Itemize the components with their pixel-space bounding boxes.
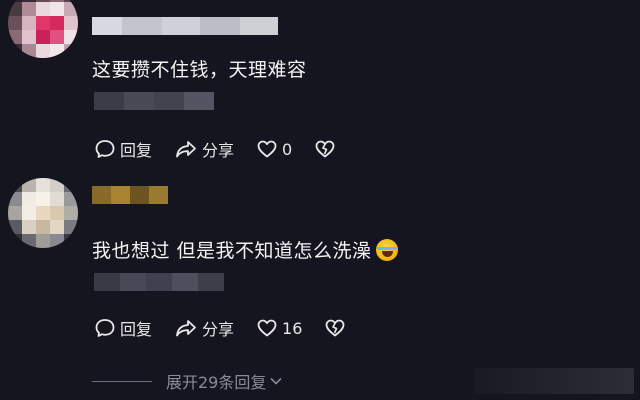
comment-text: 这要攒不住钱，天理难容 bbox=[92, 59, 307, 81]
share-button[interactable]: 分享 bbox=[174, 316, 234, 340]
share-icon bbox=[176, 141, 196, 158]
dislike-button[interactable] bbox=[314, 138, 340, 160]
share-label: 分享 bbox=[202, 141, 235, 160]
username-blurred[interactable] bbox=[92, 17, 278, 35]
reply-label: 回复 bbox=[120, 320, 153, 339]
chevron-down-icon bbox=[271, 378, 282, 385]
expand-replies-button[interactable]: 展开29条回复 bbox=[92, 369, 283, 393]
expand-replies-label: 展开29条回复 bbox=[166, 373, 267, 392]
reply-button[interactable]: 回复 bbox=[94, 316, 152, 340]
reply-button[interactable]: 回复 bbox=[94, 137, 152, 161]
username-blurred[interactable] bbox=[92, 186, 168, 204]
dislike-icon bbox=[315, 140, 335, 158]
reply-icon bbox=[95, 140, 115, 158]
share-label: 分享 bbox=[202, 320, 235, 339]
comment-actions: 回复 分享 16 bbox=[94, 316, 372, 340]
like-button[interactable]: 0 bbox=[256, 138, 292, 160]
like-count: 16 bbox=[282, 318, 303, 338]
like-button[interactable]: 16 bbox=[256, 317, 302, 339]
comment-meta-blurred bbox=[94, 273, 224, 291]
avatar[interactable] bbox=[8, 0, 78, 58]
heart-icon bbox=[257, 319, 277, 337]
reply-icon bbox=[95, 319, 115, 337]
laughing-emoji bbox=[375, 239, 398, 261]
divider bbox=[92, 380, 152, 382]
watermark-blurred bbox=[474, 368, 634, 394]
heart-icon bbox=[257, 140, 277, 158]
like-count: 0 bbox=[282, 139, 293, 159]
dislike-button[interactable] bbox=[324, 317, 350, 339]
reply-label: 回复 bbox=[120, 141, 153, 160]
comment-item: 这要攒不住钱，天理难容 回复 分享 0 bbox=[0, 0, 640, 175]
comment-meta-blurred bbox=[94, 92, 214, 110]
share-button[interactable]: 分享 bbox=[174, 137, 234, 161]
comment-actions: 回复 分享 0 bbox=[94, 137, 362, 161]
dislike-icon bbox=[325, 319, 345, 337]
comment-text-content: 我也想过 但是我不知道怎么洗澡 bbox=[92, 240, 372, 262]
avatar[interactable] bbox=[8, 178, 78, 248]
comment-text: 我也想过 但是我不知道怎么洗澡 bbox=[92, 236, 398, 263]
share-icon bbox=[176, 320, 196, 337]
